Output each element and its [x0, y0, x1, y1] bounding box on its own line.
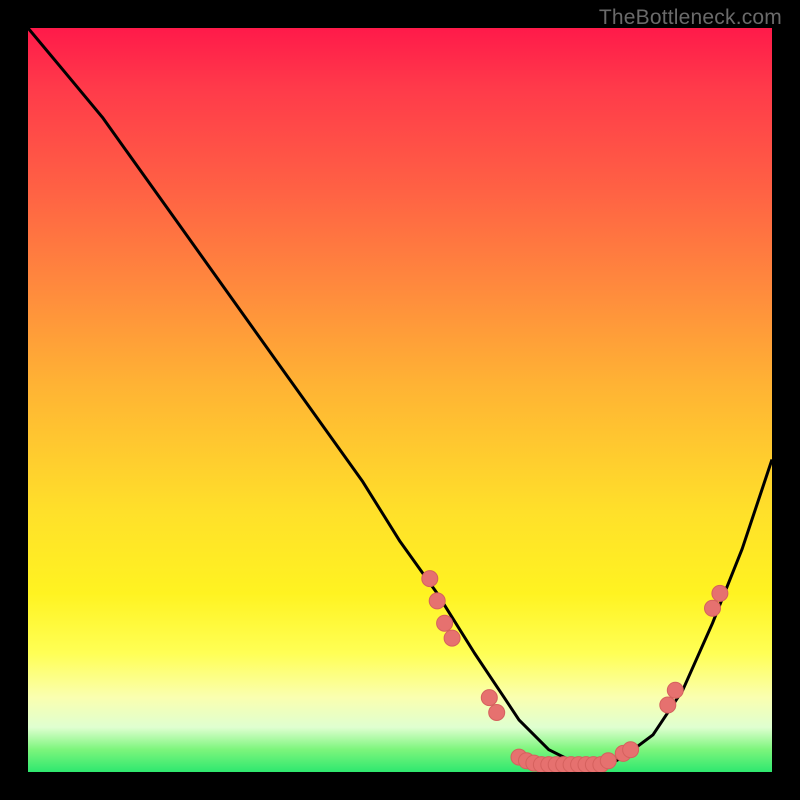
curve-marker	[623, 742, 639, 758]
bottleneck-curve	[28, 28, 772, 765]
curve-marker	[563, 757, 579, 772]
curve-marker	[437, 615, 453, 631]
attribution-text: TheBottleneck.com	[599, 6, 782, 30]
curve-marker	[541, 757, 557, 772]
curve-marker	[481, 690, 497, 706]
curve-marker	[578, 757, 594, 772]
curve-marker	[593, 757, 609, 772]
curve-marker	[429, 593, 445, 609]
chart-frame	[28, 28, 772, 772]
curve-marker	[556, 757, 572, 772]
curve-marker	[667, 682, 683, 698]
bottleneck-chart	[28, 28, 772, 772]
curve-marker	[519, 753, 535, 769]
curve-marker	[548, 757, 564, 772]
curve-markers	[422, 571, 728, 772]
curve-marker	[705, 600, 721, 616]
curve-marker	[511, 749, 527, 765]
curve-marker	[571, 757, 587, 772]
curve-marker	[526, 755, 542, 771]
curve-marker	[489, 705, 505, 721]
curve-marker	[422, 571, 438, 587]
curve-marker	[660, 697, 676, 713]
curve-marker	[615, 745, 631, 761]
curve-marker	[444, 630, 460, 646]
curve-marker	[712, 585, 728, 601]
curve-marker	[585, 757, 601, 772]
curve-marker	[533, 757, 549, 772]
curve-marker	[600, 753, 616, 769]
